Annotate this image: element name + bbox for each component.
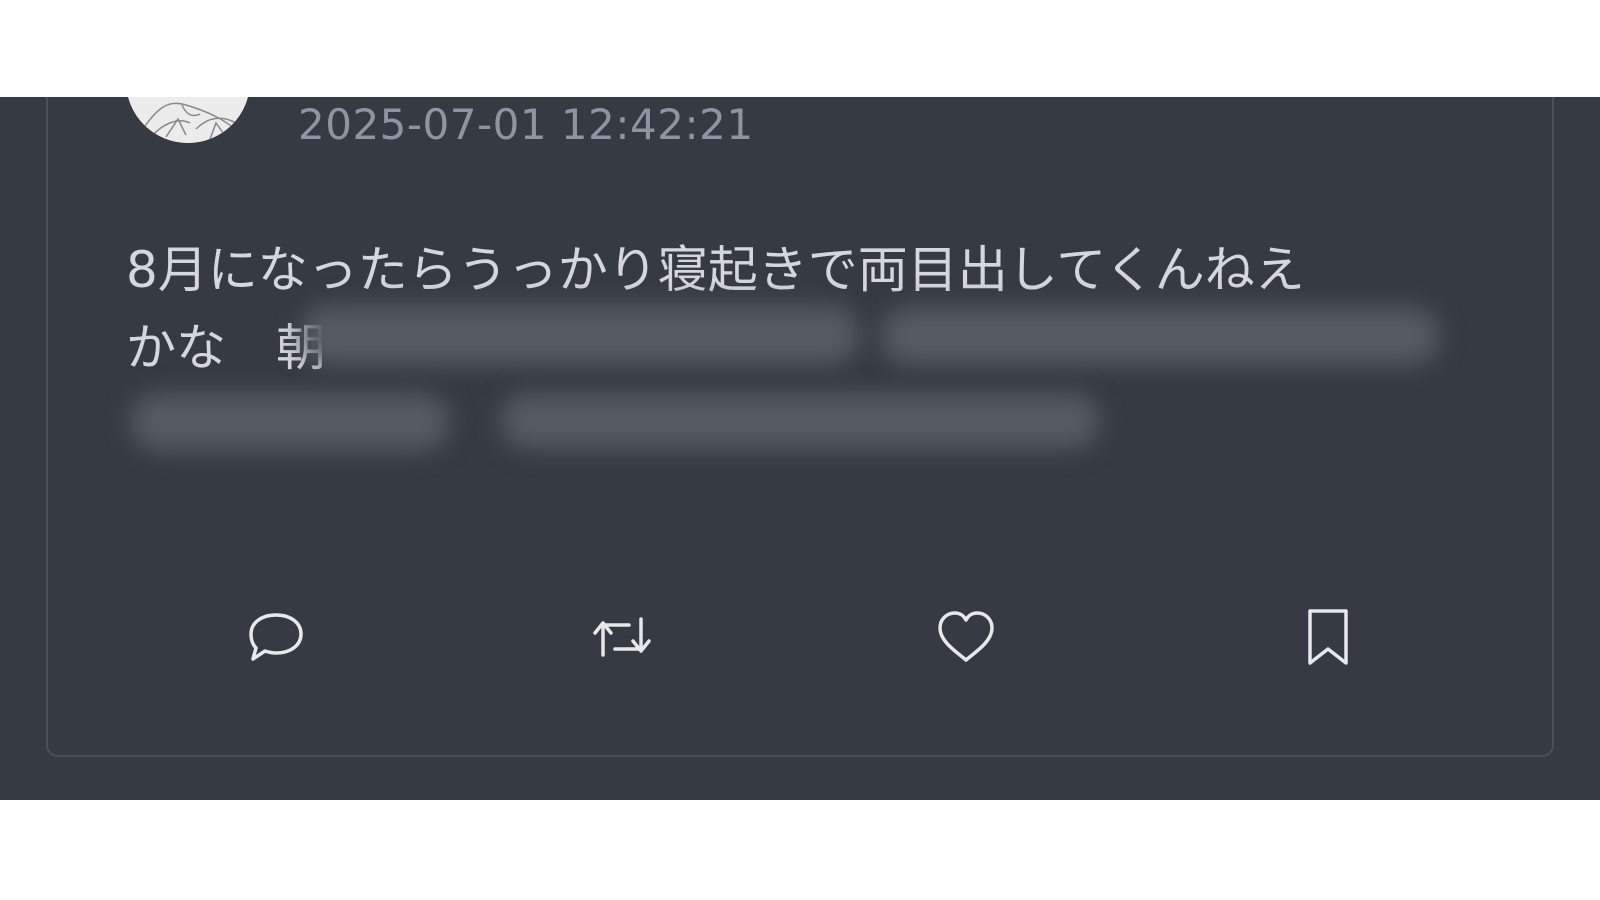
bookmark-button[interactable] xyxy=(1288,597,1368,677)
bookmark-icon xyxy=(1308,609,1348,665)
redacted-text-blur xyxy=(130,393,450,451)
redacted-text-blur xyxy=(300,305,860,365)
speech-bubble-icon xyxy=(249,613,303,661)
bottom-margin xyxy=(0,800,1600,900)
reply-button[interactable] xyxy=(236,597,316,677)
redacted-text-blur xyxy=(500,393,1100,449)
top-margin xyxy=(0,0,1600,97)
post-text-line: 8月になったらうっかり寝起きで両目出してくんねえ xyxy=(126,241,1305,299)
post-timestamp[interactable]: 2025-07-01 12:42:21 xyxy=(298,99,754,151)
post-actions xyxy=(0,597,1600,677)
repost-button[interactable] xyxy=(582,597,662,677)
repost-icon xyxy=(593,617,651,657)
heart-icon xyxy=(938,611,994,662)
timeline-area: 2025-07-01 12:42:21 8月になったらうっかり寝起きで両目出して… xyxy=(0,97,1600,800)
redacted-text-blur xyxy=(880,307,1440,365)
like-button[interactable] xyxy=(926,597,1006,677)
